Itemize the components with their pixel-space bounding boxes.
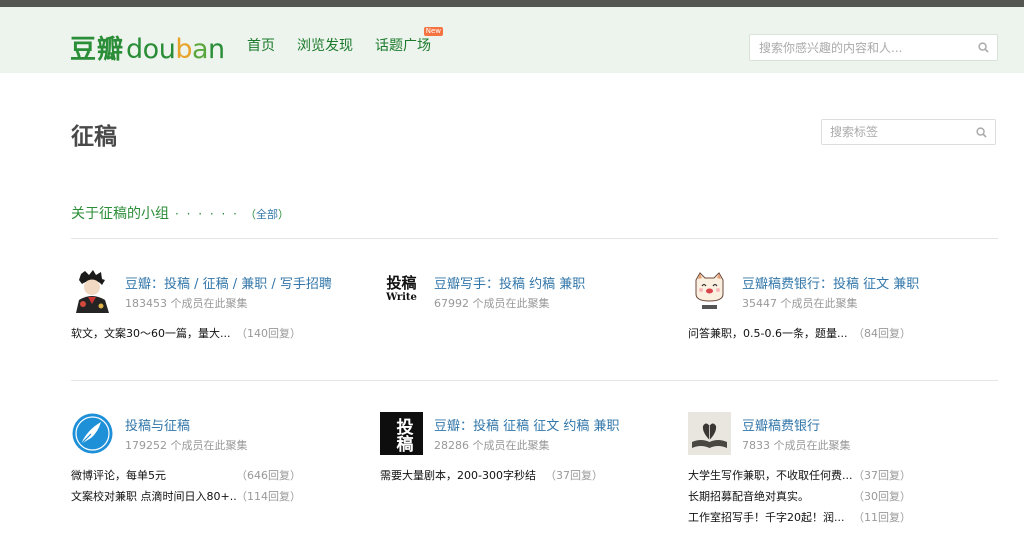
group-name-link[interactable]: 豆瓣：投稿 / 征稿 / 兼职 / 写手招聘 (125, 273, 332, 292)
global-search-input[interactable] (750, 35, 965, 60)
topic-title-link[interactable]: 问答兼职，0.5-0.6一条，题量... (688, 325, 853, 346)
group-name-link[interactable]: 豆瓣写手：投稿 约稿 兼职 (434, 273, 585, 292)
member-count: 179252 个成员在此聚集 (125, 439, 248, 452)
topic-replies: （646回复） (236, 469, 301, 482)
topic-row: 微博评论，每单5元 （646回复） (71, 467, 371, 488)
tag-search-icon[interactable] (976, 127, 987, 138)
member-count: 35447 个成员在此聚集 (742, 297, 858, 310)
page-title: 征稿 (71, 124, 117, 150)
tag-search-input[interactable] (822, 120, 962, 144)
topic-row: 需要大量剧本，200-300字秒结 （37回复） (380, 467, 680, 488)
main-nav: 首页 浏览发现 话题广场 New (247, 27, 453, 55)
topic-title-link[interactable]: 文案校对兼职 点滴时间日入80+... (71, 488, 236, 509)
nav-topics[interactable]: 话题广场 New (375, 27, 443, 55)
top-dark-bar (0, 0, 1024, 7)
group-name-link[interactable]: 豆瓣稿费银行：投稿 征文 兼职 (742, 273, 919, 292)
topic-list: 软文，文案30～60一篇，量大... （140回复） (71, 325, 371, 346)
topic-title-link[interactable]: 软文，文案30～60一篇，量大... (71, 325, 236, 346)
topic-list: 需要大量剧本，200-300字秒结 （37回复） (380, 467, 680, 488)
topic-title-link[interactable]: 长期招募配音绝对真实。 (688, 488, 853, 509)
nav-topics-label: 话题广场 (375, 38, 431, 54)
topic-row: 大学生写作兼职，不收取任何费... （37回复） (688, 467, 988, 488)
new-badge: New (423, 27, 443, 36)
topic-replies: （11回复） (853, 511, 911, 524)
calligraphy-logo[interactable]: 投稿 (380, 412, 423, 455)
logo-chinese-text: 豆瓣 (70, 35, 125, 65)
write-text-logo[interactable]: 投稿 Write (380, 270, 423, 313)
section-divider (71, 238, 998, 239)
topic-row: 工作室招写手！千字20起！润... （11回复） (688, 509, 988, 530)
cat-face-icon[interactable] (688, 270, 731, 313)
nav-home[interactable]: 首页 (247, 35, 275, 55)
topic-title-link[interactable]: 需要大量剧本，200-300字秒结 (380, 467, 545, 488)
open-book-heart-icon[interactable] (688, 412, 731, 455)
topic-replies: （140回复） (236, 327, 301, 340)
global-search (749, 34, 998, 61)
topic-row: 文案校对兼职 点滴时间日入80+... （114回复） (71, 488, 371, 509)
site-header: 豆瓣 douban 首页 浏览发现 话题广场 New (0, 7, 1024, 73)
nav-explore[interactable]: 浏览发现 (297, 35, 353, 55)
topic-replies: （114回复） (236, 490, 301, 503)
topic-list: 问答兼职，0.5-0.6一条，题量... （84回复） (688, 325, 988, 346)
row-divider (71, 380, 998, 381)
topic-replies: （37回复） (853, 469, 911, 482)
member-count: 28286 个成员在此聚集 (434, 439, 550, 452)
group-name-link[interactable]: 豆瓣稿费银行 (742, 415, 820, 434)
section-title: 关于征稿的小组 (71, 206, 169, 222)
topic-title-link[interactable]: 微博评论，每单5元 (71, 467, 236, 488)
section-header: 关于征稿的小组 · · · · · · （全部） (71, 203, 289, 223)
topic-list: 大学生写作兼职，不收取任何费... （37回复） 长期招募配音绝对真实。 （30… (688, 467, 988, 530)
all-groups-link[interactable]: （全部） (245, 206, 289, 222)
group-name-link[interactable]: 投稿与征稿 (125, 415, 190, 434)
topic-replies: （30回复） (853, 490, 911, 503)
member-count: 7833 个成员在此聚集 (742, 439, 851, 452)
topic-row: 软文，文案30～60一篇，量大... （140回复） (71, 325, 371, 346)
douban-logo[interactable]: 豆瓣 douban (70, 29, 225, 66)
logo-english-text: douban (126, 34, 225, 65)
group-name-link[interactable]: 豆瓣：投稿 征稿 征文 约稿 兼职 (434, 415, 620, 434)
topic-replies: （37回复） (545, 469, 603, 482)
topic-row: 长期招募配音绝对真实。 （30回复） (688, 488, 988, 509)
topic-title-link[interactable]: 大学生写作兼职，不收取任何费... (688, 467, 853, 488)
search-icon[interactable] (978, 42, 989, 53)
topic-list: 微博评论，每单5元 （646回复） 文案校对兼职 点滴时间日入80+... （1… (71, 467, 371, 509)
topic-row: 问答兼职，0.5-0.6一条，题量... （84回复） (688, 325, 988, 346)
topic-replies: （84回复） (853, 327, 911, 340)
member-count: 67992 个成员在此聚集 (434, 297, 550, 310)
boy-portrait-icon[interactable] (71, 270, 114, 313)
member-count: 183453 个成员在此聚集 (125, 297, 248, 310)
tag-search (821, 119, 996, 145)
section-dots: · · · · · · (175, 207, 239, 221)
topic-title-link[interactable]: 工作室招写手！千字20起！润... (688, 509, 853, 530)
pen-nib-circle-icon[interactable] (71, 412, 114, 455)
